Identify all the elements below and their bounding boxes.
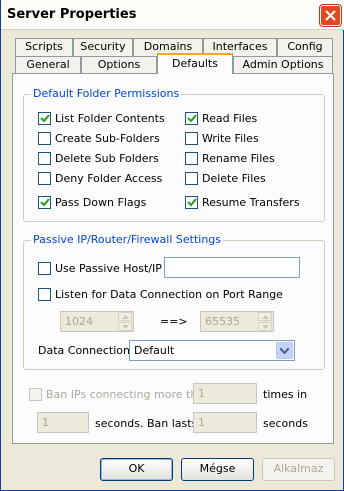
window-title: Server Properties: [7, 7, 137, 22]
spin-up-button[interactable]: [258, 312, 272, 321]
write-files-checkbox[interactable]: Write Files: [185, 131, 259, 145]
checkmark-icon: [40, 113, 50, 122]
data-connection-value: Default: [134, 344, 175, 357]
passive-ip-group: Passive IP/Router/Firewall Settings Use …: [23, 233, 325, 370]
ban-lasts-label: Ban lasts: [147, 417, 198, 430]
port-from-spinner[interactable]: [118, 312, 134, 331]
resume-transfers-checkbox[interactable]: Resume Transfers: [185, 195, 300, 209]
use-passive-host-checkbox[interactable]: Use Passive Host/IP: [38, 261, 162, 275]
checkmark-icon: [40, 197, 50, 206]
arrow-down-icon: [122, 325, 129, 329]
checkbox-box: [38, 287, 51, 301]
data-connection-label: Data Connection: [38, 344, 131, 357]
times-in-label: times in: [263, 388, 308, 401]
ban-times-input[interactable]: 1: [193, 383, 257, 404]
defaults-tab-panel: Default Folder Permissions List Folder C…: [12, 73, 334, 444]
seconds-unit-label: seconds: [263, 417, 308, 430]
delete-files-label: Delete Files: [202, 171, 266, 185]
listen-port-range-checkbox[interactable]: Listen for Data Connection on Port Range: [38, 287, 283, 301]
checkmark-icon: [187, 113, 197, 122]
dropdown-button[interactable]: [276, 342, 293, 359]
cancel-button[interactable]: Mégse: [181, 458, 254, 481]
write-files-label: Write Files: [202, 131, 259, 145]
spin-up-button[interactable]: [118, 312, 132, 321]
ban-seconds-input[interactable]: 1: [37, 412, 89, 433]
use-passive-host-label: Use Passive Host/IP: [55, 261, 162, 275]
apply-button[interactable]: Alkalmaz: [262, 458, 335, 481]
deny-folder-access-label: Deny Folder Access: [55, 171, 163, 185]
arrow-up-icon: [122, 315, 129, 319]
passive-ip-legend: Passive IP/Router/Firewall Settings: [31, 233, 224, 246]
create-sub-folders-label: Create Sub-Folders: [55, 131, 160, 145]
list-folder-contents-label: List Folder Contents: [55, 111, 165, 125]
delete-files-checkbox[interactable]: Delete Files: [185, 171, 266, 185]
spin-down-button[interactable]: [118, 322, 132, 331]
checkbox-box: [38, 111, 51, 125]
resume-transfers-label: Resume Transfers: [202, 195, 300, 209]
rename-files-checkbox[interactable]: Rename Files: [185, 151, 275, 165]
checkbox-box: [38, 151, 51, 165]
seconds-label: seconds.: [95, 417, 144, 430]
port-range-arrow: ==>: [160, 315, 188, 328]
arrow-up-icon: [262, 315, 269, 319]
checkbox-box: [185, 111, 198, 125]
delete-sub-folders-checkbox[interactable]: Delete Sub Folders: [38, 151, 159, 165]
checkbox-box: [38, 195, 51, 209]
title-bar: Server Properties: [1, 0, 344, 30]
chevron-down-icon: [280, 348, 289, 354]
rename-files-label: Rename Files: [202, 151, 275, 165]
pass-down-flags-label: Pass Down Flags: [55, 195, 147, 209]
checkbox-box: [185, 195, 198, 209]
server-properties-window: Server Properties Scripts Security Domai…: [0, 0, 344, 491]
checkbox-box: [185, 171, 198, 185]
delete-sub-folders-label: Delete Sub Folders: [55, 151, 159, 165]
ok-button[interactable]: OK: [100, 458, 173, 481]
checkbox-box: [185, 131, 198, 145]
ban-ips-label: Ban IPs connecting more than: [46, 387, 212, 401]
listen-port-range-label: Listen for Data Connection on Port Range: [55, 287, 283, 301]
close-button[interactable]: [320, 5, 341, 26]
list-folder-contents-checkbox[interactable]: List Folder Contents: [38, 111, 165, 125]
checkbox-box: [29, 387, 42, 401]
tab-security[interactable]: Security: [73, 38, 133, 56]
checkbox-box: [38, 171, 51, 185]
passive-host-input[interactable]: [164, 257, 300, 278]
pass-down-flags-checkbox[interactable]: Pass Down Flags: [38, 195, 146, 209]
tab-admin-options[interactable]: Admin Options: [233, 56, 333, 74]
spin-down-button[interactable]: [258, 322, 272, 331]
checkmark-icon: [187, 197, 197, 206]
port-to-spinner[interactable]: [258, 312, 274, 331]
checkbox-box: [38, 261, 51, 275]
read-files-label: Read Files: [202, 111, 258, 125]
folder-permissions-group: Default Folder Permissions List Folder C…: [23, 87, 325, 222]
tab-defaults[interactable]: Defaults: [157, 53, 233, 74]
tab-general[interactable]: General: [15, 56, 81, 74]
tab-scripts[interactable]: Scripts: [15, 38, 73, 56]
deny-folder-access-checkbox[interactable]: Deny Folder Access: [38, 171, 162, 185]
checkbox-box: [38, 131, 51, 145]
close-icon: [325, 10, 336, 21]
tab-options[interactable]: Options: [81, 56, 157, 74]
ban-ips-checkbox[interactable]: Ban IPs connecting more than: [29, 387, 211, 401]
arrow-down-icon: [262, 325, 269, 329]
tab-config[interactable]: Config: [277, 38, 333, 56]
folder-permissions-legend: Default Folder Permissions: [31, 87, 182, 100]
create-sub-folders-checkbox[interactable]: Create Sub-Folders: [38, 131, 160, 145]
ban-lasts-input[interactable]: 1: [193, 412, 257, 433]
checkbox-box: [185, 151, 198, 165]
read-files-checkbox[interactable]: Read Files: [185, 111, 257, 125]
data-connection-select[interactable]: Default: [129, 340, 295, 361]
